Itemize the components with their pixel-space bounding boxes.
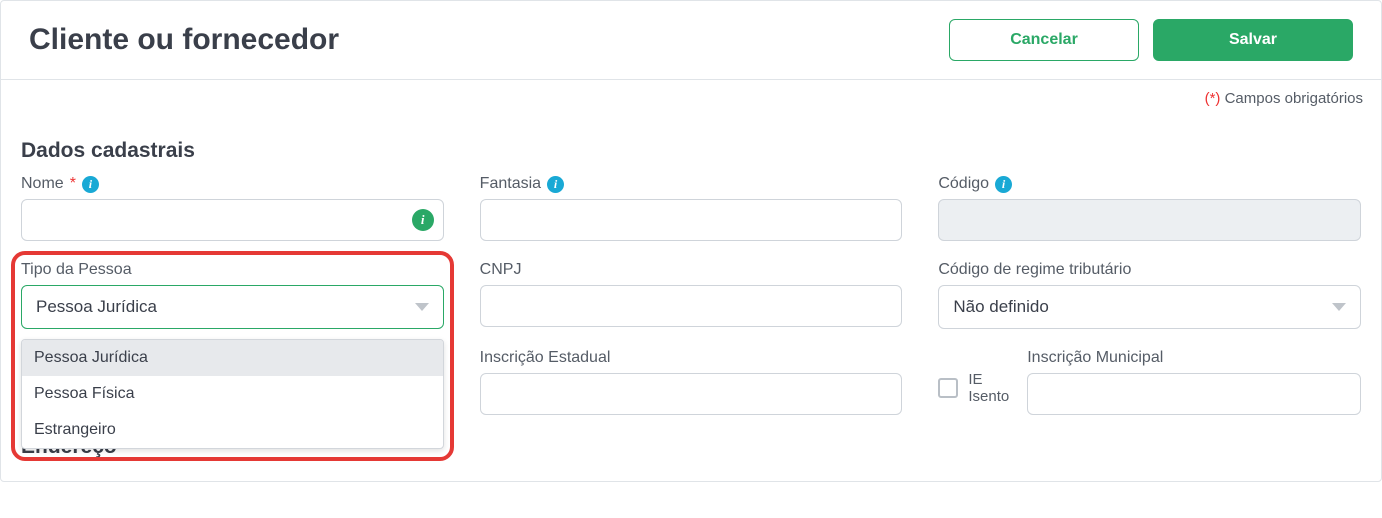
dropdown-option-estrangeiro[interactable]: Estrangeiro <box>22 412 443 448</box>
field-regime: Código de regime tributário Não definido <box>938 261 1361 329</box>
tipo-pessoa-select[interactable]: Pessoa Jurídica <box>21 285 444 329</box>
codigo-input <box>938 199 1361 241</box>
cancel-button[interactable]: Cancelar <box>949 19 1139 61</box>
field-fantasia: Fantasia i <box>480 175 903 241</box>
required-asterisk: (*) <box>1205 90 1221 107</box>
field-cnpj: CNPJ <box>480 261 903 329</box>
info-icon[interactable]: i <box>995 176 1012 193</box>
required-star: * <box>70 175 76 193</box>
info-icon[interactable]: i <box>547 176 564 193</box>
section-dados-cadastrais: Dados cadastrais <box>21 139 1361 163</box>
label-insc-municipal-text: Inscrição Municipal <box>1027 349 1163 367</box>
label-tipo-pessoa: Tipo da Pessoa <box>21 261 444 279</box>
label-cnpj-text: CNPJ <box>480 261 522 279</box>
label-fantasia: Fantasia i <box>480 175 903 193</box>
label-regime-text: Código de regime tributário <box>938 261 1131 279</box>
page-title: Cliente ou fornecedor <box>29 23 339 57</box>
field-insc-municipal: Inscrição Municipal <box>1027 349 1361 415</box>
label-cnpj: CNPJ <box>480 261 903 279</box>
tipo-pessoa-selected: Pessoa Jurídica <box>36 297 157 317</box>
row-2: Tipo da Pessoa Pessoa Jurídica Pessoa Ju… <box>21 261 1361 329</box>
label-insc-municipal: Inscrição Municipal <box>1027 349 1361 367</box>
ie-isento-group: IE Isento <box>938 371 1009 416</box>
ie-isento-checkbox[interactable] <box>938 378 958 398</box>
dropdown-option-pessoa-juridica[interactable]: Pessoa Jurídica <box>22 340 443 376</box>
label-insc-estadual-text: Inscrição Estadual <box>480 349 611 367</box>
label-tipo-pessoa-text: Tipo da Pessoa <box>21 261 132 279</box>
required-text: Campos obrigatórios <box>1220 90 1363 107</box>
label-nome-text: Nome <box>21 175 64 193</box>
field-codigo: Código i <box>938 175 1361 241</box>
save-button[interactable]: Salvar <box>1153 19 1353 61</box>
header-buttons: Cancelar Salvar <box>949 19 1353 61</box>
info-icon[interactable]: i <box>82 176 99 193</box>
dropdown-option-pessoa-fisica[interactable]: Pessoa Física <box>22 376 443 412</box>
label-codigo: Código i <box>938 175 1361 193</box>
label-insc-estadual: Inscrição Estadual <box>480 349 903 367</box>
regime-selected: Não definido <box>953 297 1048 317</box>
field-tipo-pessoa: Tipo da Pessoa Pessoa Jurídica Pessoa Ju… <box>21 261 444 329</box>
label-regime: Código de regime tributário <box>938 261 1361 279</box>
cnpj-input[interactable] <box>480 285 903 327</box>
label-fantasia-text: Fantasia <box>480 175 541 193</box>
insc-municipal-input[interactable] <box>1027 373 1361 415</box>
regime-select[interactable]: Não definido <box>938 285 1361 329</box>
header: Cliente ou fornecedor Cancelar Salvar <box>1 1 1381 80</box>
ie-isento-label: IE Isento <box>968 371 1009 406</box>
field-insc-estadual: Inscrição Estadual <box>480 349 903 415</box>
tipo-pessoa-dropdown: Pessoa Jurídica Pessoa Física Estrangeir… <box>21 339 444 449</box>
chevron-down-icon <box>415 303 429 311</box>
label-nome: Nome * i <box>21 175 444 193</box>
ie-row: IE Isento Inscrição Municipal <box>938 349 1361 415</box>
content: Dados cadastrais Nome * i i Fantasia i <box>1 139 1381 481</box>
field-nome: Nome * i i <box>21 175 444 241</box>
page: Cliente ou fornecedor Cancelar Salvar (*… <box>0 0 1382 482</box>
ie-label-1: IE <box>968 371 982 388</box>
input-wrap-nome: i <box>21 199 444 241</box>
field-ie-municipal: IE Isento Inscrição Municipal <box>938 349 1361 415</box>
info-icon[interactable]: i <box>412 209 434 231</box>
insc-estadual-input[interactable] <box>480 373 903 415</box>
ie-label-2: Isento <box>968 388 1009 405</box>
chevron-down-icon <box>1332 303 1346 311</box>
label-codigo-text: Código <box>938 175 989 193</box>
required-fields-note: (*) Campos obrigatórios <box>1 80 1381 111</box>
nome-input[interactable] <box>21 199 444 241</box>
row-1: Nome * i i Fantasia i Código <box>21 175 1361 241</box>
fantasia-input[interactable] <box>480 199 903 241</box>
